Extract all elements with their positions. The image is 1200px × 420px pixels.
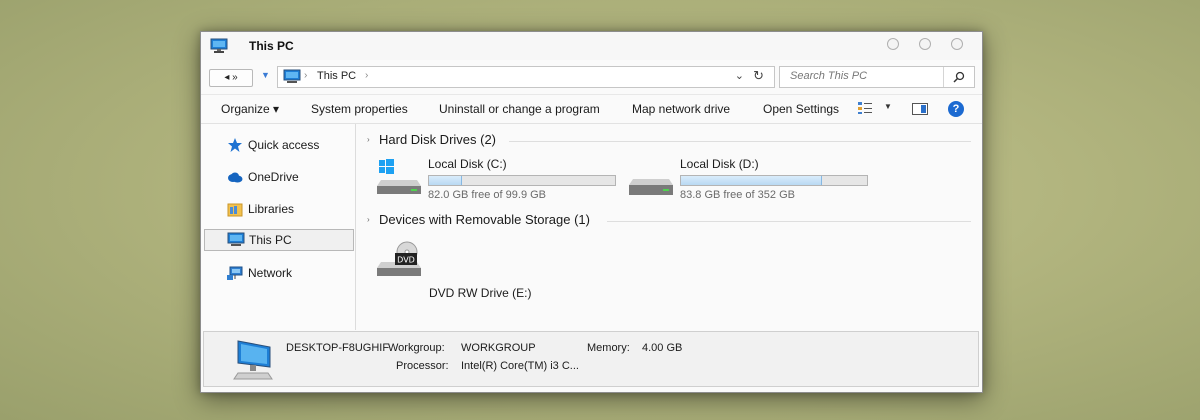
navigation-bar: ◂ » ▼ › This PC › ⌄ ↻ Search This PC (201, 62, 982, 90)
sidebar-item-label: This PC (249, 233, 292, 247)
chevron-right-icon[interactable]: › (367, 215, 370, 224)
sidebar-item-label: Network (248, 266, 293, 280)
address-bar[interactable]: › This PC › ⌄ ↻ (277, 66, 775, 88)
view-options-dropdown[interactable]: ▼ (884, 102, 892, 111)
computer-icon (283, 69, 301, 83)
workgroup-value: WORKGROUP (461, 342, 536, 354)
open-settings-button[interactable]: Open Settings (763, 102, 839, 116)
drive-usage-bar (428, 175, 616, 186)
sidebar-item-onedrive[interactable]: OneDrive (204, 166, 354, 188)
memory-label: Memory: (587, 342, 630, 354)
dvd-label: DVD (397, 256, 415, 265)
drive-icon (629, 179, 673, 195)
sidebar-item-label: Quick access (248, 138, 320, 152)
system-properties-button[interactable]: System properties (311, 102, 408, 116)
drive-usage-bar (680, 175, 868, 186)
navigation-pane: Quick access OneDrive Libraries This PC … (201, 124, 356, 330)
close-button[interactable] (951, 38, 963, 50)
computer-icon (227, 232, 245, 246)
recent-locations-icon[interactable]: ▼ (261, 70, 270, 80)
chevron-right-icon[interactable]: › (367, 135, 370, 144)
drive-free-space: 83.8 GB free of 352 GB (680, 189, 795, 201)
sidebar-item-label: OneDrive (248, 170, 299, 184)
details-pane: DESKTOP-F8UGHIF Workgroup: WORKGROUP Mem… (203, 331, 979, 387)
breadcrumb-this-pc[interactable]: This PC (317, 70, 356, 82)
preview-pane-button[interactable] (912, 103, 928, 115)
chevron-right-icon[interactable]: › (365, 70, 368, 81)
computer-icon (210, 38, 228, 53)
maximize-button[interactable] (919, 38, 931, 50)
group-divider (607, 221, 971, 222)
map-network-drive-button[interactable]: Map network drive (632, 102, 730, 116)
sidebar-item-quick-access[interactable]: Quick access (204, 134, 354, 156)
group-title: Hard Disk Drives (2) (379, 132, 497, 147)
windows-drive-icon (377, 159, 421, 194)
group-title: Devices with Removable Storage (1) (379, 212, 590, 227)
search-icon (953, 71, 965, 83)
libraries-icon (227, 203, 243, 217)
uninstall-program-button[interactable]: Uninstall or change a program (439, 102, 600, 116)
explorer-window: This PC ◂ » ▼ › This PC › ⌄ ↻ Search Thi… (200, 31, 983, 393)
minimize-button[interactable] (887, 38, 899, 50)
search-input[interactable]: Search This PC (790, 70, 867, 82)
computer-name: DESKTOP-F8UGHIF (286, 342, 390, 354)
help-button[interactable]: ? (948, 101, 964, 117)
drive-name: Local Disk (C:) (428, 157, 507, 171)
search-button[interactable] (943, 67, 974, 87)
title-bar[interactable]: This PC (201, 32, 982, 60)
back-forward-button[interactable]: ◂ » (209, 69, 253, 87)
drive-usage-fill (681, 176, 823, 185)
chevron-down-icon[interactable]: ⌄ (735, 69, 744, 82)
drive-name: DVD RW Drive (E:) (429, 286, 532, 300)
cloud-icon (228, 172, 243, 183)
processor-value: Intel(R) Core(TM) i3 C... (461, 360, 579, 372)
group-divider (509, 141, 971, 142)
content-pane: › Hard Disk Drives (2) Local Disk (C:) 8… (357, 124, 982, 330)
workgroup-label: Workgroup: (388, 342, 445, 354)
organize-button[interactable]: Organize ▾ (221, 102, 279, 116)
sidebar-item-network[interactable]: Network (204, 262, 354, 284)
sidebar-item-label: Libraries (248, 202, 295, 216)
drive-name: Local Disk (D:) (680, 157, 759, 171)
sidebar-item-libraries[interactable]: Libraries (204, 198, 354, 220)
drive-free-space: 82.0 GB free of 99.9 GB (428, 189, 547, 201)
dvd-drive-icon: DVD (377, 241, 421, 276)
command-bar: Organize ▾ System properties Uninstall o… (201, 94, 982, 124)
chevron-right-icon[interactable]: › (304, 70, 307, 81)
processor-label: Processor: (396, 360, 449, 372)
refresh-icon[interactable]: ↻ (753, 68, 764, 84)
drive-usage-fill (429, 176, 463, 185)
network-icon (227, 266, 243, 280)
memory-value: 4.00 GB (642, 342, 683, 354)
sidebar-item-this-pc[interactable]: This PC (204, 229, 354, 251)
search-box[interactable]: Search This PC (779, 66, 975, 88)
star-icon (228, 138, 242, 152)
change-view-icon[interactable] (857, 101, 873, 115)
window-title: This PC (249, 39, 294, 53)
computer-icon (233, 340, 273, 380)
